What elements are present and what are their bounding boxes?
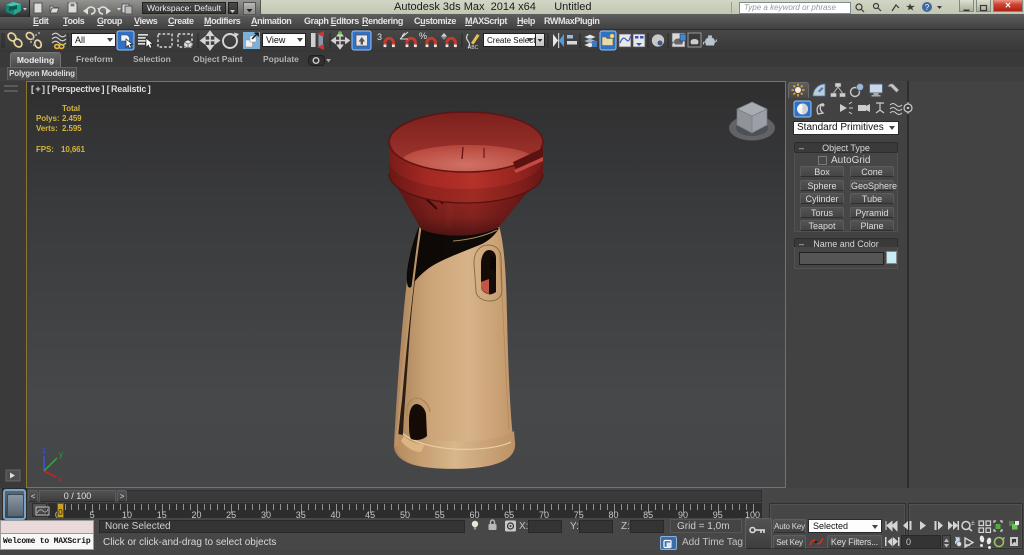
svg-text:x: x — [58, 475, 62, 484]
svg-text:y: y — [59, 450, 63, 459]
svg-text:?: ? — [925, 3, 930, 12]
svg-text:±: ± — [971, 520, 975, 527]
svg-text:%: % — [419, 31, 427, 41]
svg-text:z: z — [42, 446, 46, 455]
svg-text:3: 3 — [377, 32, 382, 42]
svg-text:ABC: ABC — [468, 45, 479, 51]
